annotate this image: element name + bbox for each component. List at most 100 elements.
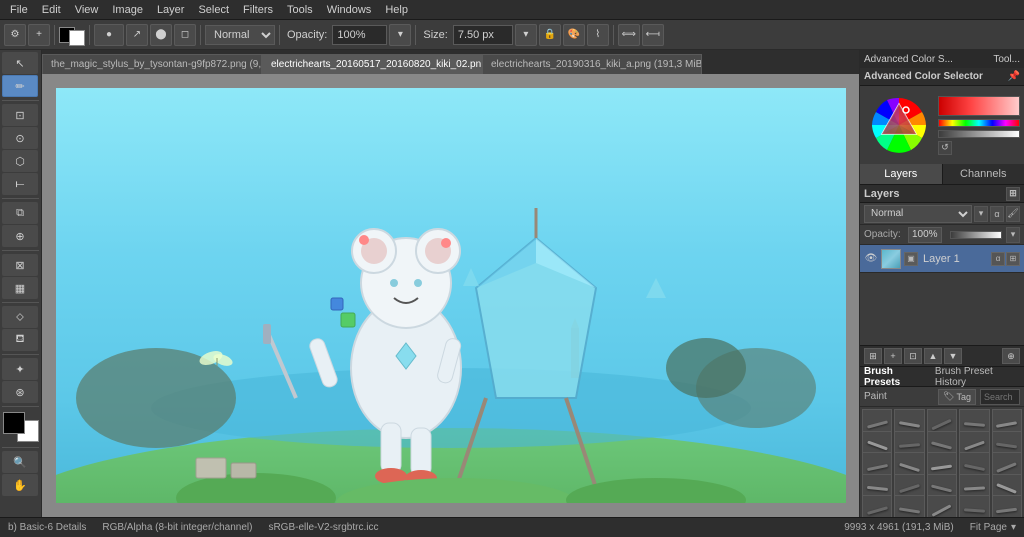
layer-item-0[interactable]: 👁 ▣ Layer 1 α ⊞	[860, 245, 1024, 273]
opacity-input[interactable]	[332, 25, 387, 45]
brush-smoothing-btn[interactable]: ⌇	[587, 24, 609, 46]
layers-controls: Normal ▾ α 🖌	[860, 203, 1024, 225]
layer-lock-alpha[interactable]: α	[990, 206, 1004, 222]
color-wheel[interactable]	[864, 90, 934, 160]
main-layout: ↖ ✏ ⊡ ⊙ ⬡ ⟝ ⧉ ⊕ ⊠ ▦ ⬦ ⛾ ✦ ⊛ 🔍 ✋ the_magi	[0, 50, 1024, 517]
tab-0-label: the_magic_stylus_by_tysontan-g9fp872.png…	[51, 59, 262, 70]
menu-view[interactable]: View	[69, 3, 105, 17]
color-reset-btn[interactable]: ↺	[938, 141, 952, 155]
toolbox-colors[interactable]	[3, 412, 39, 442]
brush-tag-btn[interactable]: 🏷 Tag	[938, 389, 976, 405]
mirror-v-btn[interactable]: ⟻	[642, 24, 664, 46]
brush-tip-btn[interactable]: ⬤	[150, 24, 172, 46]
paint-label: Paint	[864, 391, 887, 402]
brush-search-input[interactable]	[980, 389, 1020, 405]
panel-top-row: Advanced Color S... Tool...	[860, 50, 1024, 68]
tool-pan[interactable]: ✋	[2, 474, 38, 496]
new-preset-btn[interactable]: +	[28, 24, 50, 46]
tool-fill[interactable]: ⛾	[2, 329, 38, 351]
tool-crop[interactable]: ⊠	[2, 254, 38, 276]
duplicate-layer-btn[interactable]: ⊡	[904, 348, 922, 364]
tab-layers[interactable]: Layers	[860, 164, 943, 184]
layer-action-more[interactable]: ⊞	[1006, 252, 1020, 266]
menu-filters[interactable]: Filters	[237, 3, 279, 17]
canvas-wrapper[interactable]	[42, 74, 859, 517]
brush-item-20[interactable]	[862, 495, 892, 517]
tool-move[interactable]: ⊕	[2, 225, 38, 247]
opacity-menu-btn[interactable]: ▾	[389, 24, 411, 46]
opacity-row-value[interactable]: 100%	[908, 227, 942, 243]
tag-label: Tag	[956, 392, 971, 402]
menu-layer[interactable]: Layer	[151, 3, 191, 17]
color-preview[interactable]	[938, 96, 1020, 116]
opacity-slider[interactable]	[950, 231, 1002, 239]
layer-action-alpha[interactable]: α	[991, 252, 1005, 266]
tool-preset-btn[interactable]: ⚙	[4, 24, 26, 46]
menu-windows[interactable]: Windows	[321, 3, 378, 17]
tool-colorpicker[interactable]: ⬦	[2, 306, 38, 328]
zoom-menu-btn[interactable]: ▾	[1011, 522, 1016, 533]
tab-1-label: electrichearts_20160517_20160820_kiki_02…	[271, 59, 482, 70]
tab-0[interactable]: the_magic_stylus_by_tysontan-g9fp872.png…	[42, 54, 262, 74]
brush-type-btn[interactable]: ●	[94, 24, 124, 46]
tool-zoom[interactable]: 🔍	[2, 451, 38, 473]
tool-clone[interactable]: ⊛	[2, 381, 38, 403]
status-mode[interactable]: b) Basic-6 Details	[8, 522, 86, 533]
tool-polygon[interactable]: ⬡	[2, 150, 38, 172]
tool-transform[interactable]: ⧉	[2, 202, 38, 224]
layers-section: Layers ⊞ Normal ▾ α 🖌 Opacity: 100%	[860, 185, 1024, 517]
tool-gradient[interactable]: ▦	[2, 277, 38, 299]
blend-mode-select[interactable]: Normal	[205, 25, 275, 45]
opacity-label: Opacity:	[284, 29, 330, 41]
layer-lock-paint[interactable]: 🖌	[1006, 206, 1020, 222]
brush-item-24[interactable]	[992, 495, 1022, 517]
brush-preset-history-tab[interactable]: Brush Preset History	[935, 367, 1020, 388]
foreground-color[interactable]	[3, 412, 25, 434]
zoom-level[interactable]: Fit Page	[970, 522, 1007, 533]
tool-heal[interactable]: ✦	[2, 358, 38, 380]
menu-image[interactable]: Image	[106, 3, 149, 17]
brush-item-23[interactable]	[959, 495, 989, 517]
layer-blend-mode[interactable]: Normal	[864, 205, 972, 223]
layer-eye-icon[interactable]: 👁	[864, 252, 878, 266]
color-selector-title: Advanced Color Selector	[864, 71, 983, 82]
tab-channels[interactable]: Channels	[943, 164, 1024, 184]
tool-rect-select[interactable]: ⊡	[2, 104, 38, 126]
tab-2[interactable]: electrichearts_20190316_kiki_a.png (191,…	[482, 54, 702, 74]
brush-dynamics-btn[interactable]: ↗	[126, 24, 148, 46]
brush-use-color-btn[interactable]: 🎨	[563, 24, 585, 46]
tool-freehand-select[interactable]: ⟝	[2, 173, 38, 195]
color-wheel-area: ↺	[860, 86, 1024, 164]
size-menu-btn[interactable]: ▾	[515, 24, 537, 46]
add-layer-group-btn[interactable]: ⊞	[864, 348, 882, 364]
size-label: Size:	[420, 29, 450, 41]
brush-lock-btn[interactable]: 🔒	[539, 24, 561, 46]
color-selector-pin[interactable]: 📌	[1008, 71, 1020, 82]
brush-item-22[interactable]	[927, 495, 957, 517]
erase-btn[interactable]: ◻	[174, 24, 196, 46]
color-selector-header: Advanced Color Selector 📌	[860, 68, 1024, 86]
tool-ellipse[interactable]: ⊙	[2, 127, 38, 149]
layer-panel-options[interactable]: ⊞	[1006, 187, 1020, 201]
hue-slider[interactable]	[938, 119, 1020, 127]
tool-cursor[interactable]: ↖	[2, 52, 38, 74]
brush-item-21[interactable]	[894, 495, 924, 517]
alpha-slider[interactable]	[938, 130, 1020, 138]
menu-file[interactable]: File	[4, 3, 34, 17]
layer-blend-menu[interactable]: ▾	[974, 206, 988, 222]
tab-1[interactable]: electrichearts_20160517_20160820_kiki_02…	[262, 54, 482, 74]
brush-presets-tab[interactable]: Brush Presets	[864, 367, 927, 388]
menu-help[interactable]: Help	[379, 3, 414, 17]
bg-color-indicator[interactable]	[69, 30, 85, 46]
layer-down-btn[interactable]: ▼	[944, 348, 962, 364]
menu-select[interactable]: Select	[192, 3, 235, 17]
add-layer-btn[interactable]: +	[884, 348, 902, 364]
menu-tools[interactable]: Tools	[281, 3, 319, 17]
size-input[interactable]	[453, 25, 513, 45]
mirror-h-btn[interactable]: ⟺	[618, 24, 640, 46]
opacity-menu[interactable]: ▾	[1006, 227, 1020, 243]
layer-up-btn[interactable]: ▲	[924, 348, 942, 364]
tool-freehand[interactable]: ✏	[2, 75, 38, 97]
layer-merge-btn[interactable]: ⊕	[1002, 348, 1020, 364]
menu-edit[interactable]: Edit	[36, 3, 67, 17]
